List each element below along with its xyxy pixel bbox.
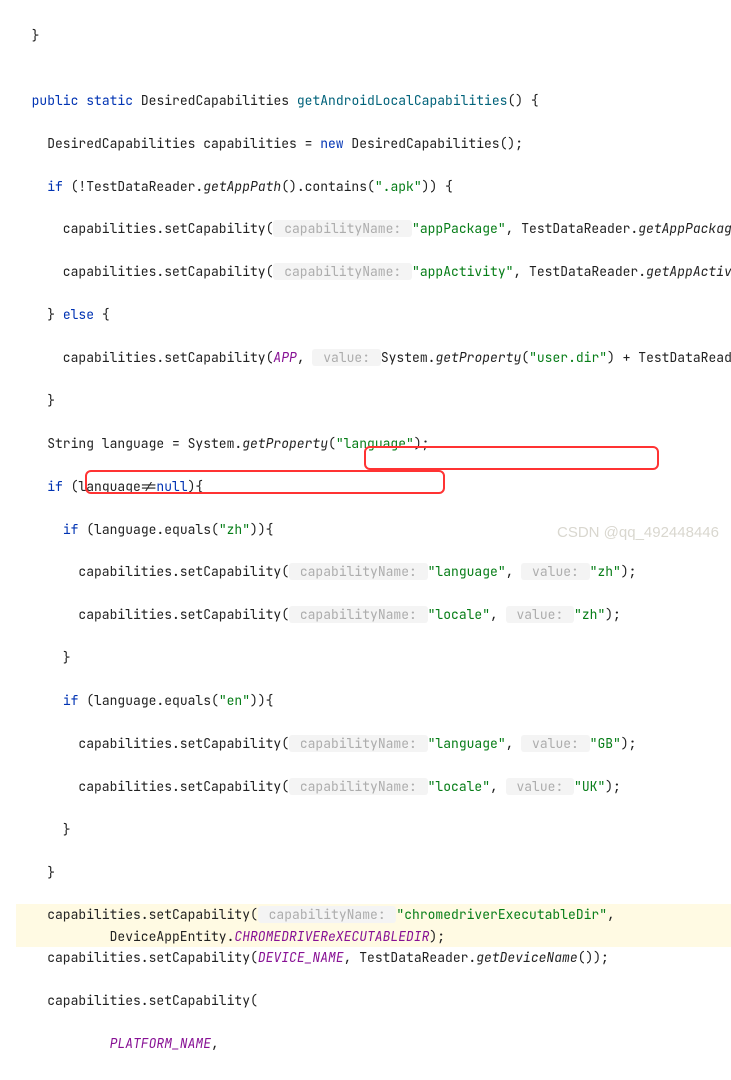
code-line: capabilities.setCapability( capabilityNa… bbox=[16, 561, 731, 582]
param-hint: capabilityName: bbox=[289, 735, 428, 752]
code-line: } bbox=[16, 862, 731, 883]
code-line: } bbox=[16, 390, 731, 411]
code-line: } bbox=[16, 819, 731, 840]
code-line: capabilities.setCapability( bbox=[16, 990, 731, 1011]
code-line: DesiredCapabilities capabilities = new D… bbox=[16, 133, 731, 154]
param-hint: capabilityName: bbox=[273, 263, 412, 280]
code-line: } bbox=[16, 25, 731, 46]
param-hint: value: bbox=[506, 778, 574, 795]
param-hint: value: bbox=[312, 349, 380, 366]
code-line: if (language.equals("en")){ bbox=[16, 690, 731, 711]
param-hint: capabilityName: bbox=[289, 563, 428, 580]
param-hint: capabilityName: bbox=[273, 220, 412, 237]
param-hint: value: bbox=[506, 606, 574, 623]
param-hint: capabilityName: bbox=[289, 778, 428, 795]
param-hint: capabilityName: bbox=[258, 906, 397, 923]
param-hint: value: bbox=[521, 735, 589, 752]
code-line: } bbox=[16, 647, 731, 668]
param-hint: value: bbox=[521, 563, 589, 580]
code-line: capabilities.setCapability( capabilityNa… bbox=[16, 218, 731, 239]
code-line: capabilities.setCapability( capabilityNa… bbox=[16, 261, 731, 282]
code-line: capabilities.setCapability( capabilityNa… bbox=[16, 733, 731, 754]
code-line: capabilities.setCapability( capabilityNa… bbox=[16, 604, 731, 625]
code-line: String language = System.getProperty("la… bbox=[16, 433, 731, 454]
code-line: capabilities.setCapability(APP, value: S… bbox=[16, 347, 731, 368]
code-line-highlighted: DeviceAppEntity.CHROMEDRIVEReXECUTABLEDI… bbox=[16, 926, 731, 947]
code-line: if (!TestDataReader.getAppPath().contain… bbox=[16, 176, 731, 197]
code-line: capabilities.setCapability( capabilityNa… bbox=[16, 776, 731, 797]
code-line: public static DesiredCapabilities getAnd… bbox=[16, 90, 731, 111]
code-line: capabilities.setCapability(DEVICE_NAME, … bbox=[16, 947, 731, 968]
code-line: if (language.equals("zh")){ bbox=[16, 519, 731, 540]
param-hint: capabilityName: bbox=[289, 606, 428, 623]
code-line-highlighted: capabilities.setCapability( capabilityNa… bbox=[16, 904, 731, 925]
code-line: } else { bbox=[16, 304, 731, 325]
code-line: if (language!=null){ bbox=[16, 476, 731, 497]
code-editor[interactable]: } public static DesiredCapabilities getA… bbox=[0, 0, 731, 1080]
code-line: PLATFORM_NAME, bbox=[16, 1033, 731, 1054]
